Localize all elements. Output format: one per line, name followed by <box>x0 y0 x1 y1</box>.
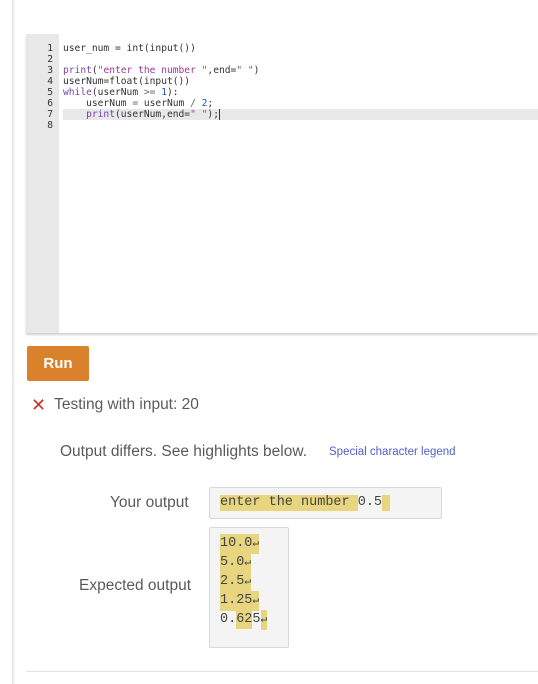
line-number: 4 <box>47 76 53 87</box>
code-text[interactable]: userNum = userNum / 2; <box>63 98 538 109</box>
code-token: "enter the number " <box>97 65 208 76</box>
code-line[interactable]: 1 user_num = int(input()) <box>26 43 538 54</box>
line-number: 1 <box>47 43 53 54</box>
code-token: ; <box>207 98 214 109</box>
code-text[interactable]: user_num = int(input()) <box>63 43 538 54</box>
code-token: (userNum <box>91 87 144 98</box>
code-line[interactable]: 6 userNum = userNum / 2; <box>26 98 538 109</box>
output-differs-message: Output differs. See highlights below. <box>60 443 308 460</box>
expected-output-line: 5.0↵ <box>220 553 267 573</box>
code-token: userNum <box>63 98 133 109</box>
your-output-box: enter the number 0.5 <box>209 487 442 519</box>
special-character-legend-link[interactable]: Special character legend <box>329 446 456 458</box>
expected-output-content: 10.0↵ 5.0↵ 2.5↵ 1.25↵ 0.625↵ <box>220 534 268 630</box>
expected-output-line: 1.25↵ <box>220 591 267 611</box>
x-icon: ✕ <box>31 395 47 415</box>
test-result-row: ✕ Testing with input: 20 <box>31 396 199 414</box>
expected-output-label: Expected output <box>79 577 192 594</box>
code-line[interactable]: 4 userNum=float(input()) <box>26 76 538 87</box>
code-token: userNum=float(input()) <box>63 76 191 87</box>
expected-output-box: 10.0↵ 5.0↵ 2.5↵ 1.25↵ 0.625↵ <box>209 527 289 648</box>
code-token: " " <box>236 65 254 76</box>
newline-icon: ↵ <box>244 557 251 569</box>
code-token: " " <box>190 109 208 120</box>
newline-icon: ↵ <box>252 595 260 607</box>
output-segment: 0. <box>220 612 237 627</box>
code-lines[interactable]: 1 user_num = int(input()) 2 3 print("enter t… <box>26 43 538 131</box>
newline-icon: ↵ <box>260 614 268 626</box>
diff-highlight-segment <box>382 495 391 511</box>
expected-output-line: 0.625↵ <box>220 610 268 630</box>
code-text[interactable]: userNum=float(input()) <box>63 76 538 87</box>
code-text[interactable]: while(userNum >= 1): <box>63 87 538 98</box>
code-line[interactable]: 3 print("enter the number ",end=" ") <box>26 65 538 76</box>
page-left-border <box>12 0 15 684</box>
code-line[interactable]: 5 while(userNum >= 1): <box>26 87 538 98</box>
line-number: 7 <box>47 109 53 120</box>
diff-highlight-segment: 2.5↵ <box>220 572 251 592</box>
output-segment: 0.5 <box>357 495 383 510</box>
diff-highlight-segment: 5.0↵ <box>220 553 251 573</box>
test-input-label: Testing with input: 20 <box>54 396 199 413</box>
newline-icon: ↵ <box>252 538 260 550</box>
diff-highlight-segment: 10.0↵ <box>220 534 260 554</box>
diff-highlight-segment: enter the number <box>220 495 358 511</box>
diff-highlight-segment: 1.25↵ <box>220 591 260 611</box>
code-token: while <box>63 87 92 98</box>
code-line[interactable]: 7 print(userNum,end=" "); <box>26 109 538 120</box>
your-output-label: Your output <box>110 494 189 511</box>
code-token: int(input()) <box>126 43 196 54</box>
code-token: >= <box>143 87 156 98</box>
diff-highlight-segment: ↵ <box>260 610 268 630</box>
code-token: ) <box>253 65 260 76</box>
text-cursor <box>218 109 220 120</box>
expected-output-line: 2.5↵ <box>220 572 267 592</box>
newline-icon: ↵ <box>244 576 251 588</box>
line-number: 8 <box>47 120 53 131</box>
code-text[interactable]: print("enter the number ",end=" ") <box>63 65 538 76</box>
code-token: user_num = <box>63 43 127 54</box>
code-editor[interactable]: 1 user_num = int(input()) 2 3 print("enter t… <box>26 34 538 333</box>
code-token: ): <box>167 87 179 98</box>
run-button[interactable]: Run <box>27 346 89 381</box>
your-output-content: enter the number 0.5 <box>220 495 391 511</box>
code-token: ); <box>207 109 219 120</box>
line-number: 5 <box>47 87 53 98</box>
line-number: 2 <box>47 54 53 65</box>
code-line[interactable]: 8 <box>26 120 538 131</box>
section-divider <box>26 671 538 672</box>
line-number: 3 <box>47 65 53 76</box>
code-token: userNum <box>138 98 191 109</box>
diff-highlight-segment: 62 <box>236 610 253 629</box>
code-line[interactable]: 2 <box>26 54 538 65</box>
code-token: print <box>63 65 92 76</box>
code-text[interactable]: print(userNum,end=" "); <box>63 109 538 120</box>
code-token: (userNum,end= <box>115 109 191 120</box>
code-token: print <box>86 109 115 120</box>
expected-output-line: 10.0↵ <box>220 534 267 554</box>
code-token: end= <box>213 65 237 76</box>
line-number: 6 <box>47 98 53 109</box>
output-segment: 5 <box>252 612 261 627</box>
